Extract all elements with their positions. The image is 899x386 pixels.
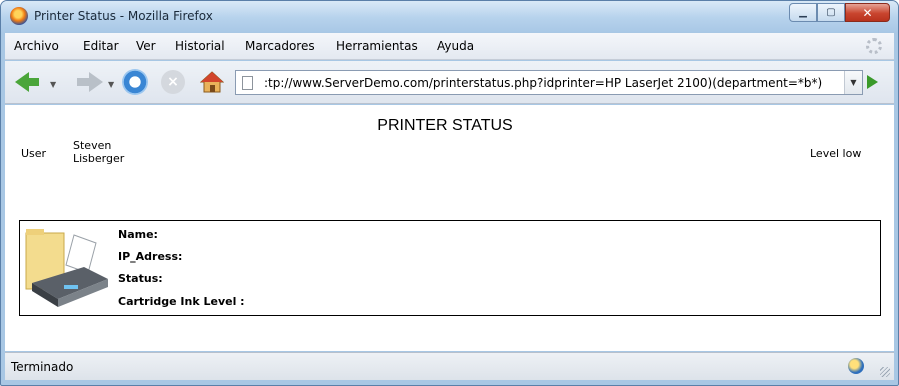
browser-window: Printer Status - Mozilla Firefox ▁ ▢ ✕ A… (0, 0, 899, 386)
url-text[interactable]: :tp://www.ServerDemo.com/printerstatus.p… (264, 76, 822, 90)
printer-name-label: Name: (118, 228, 158, 241)
reload-icon[interactable] (122, 69, 148, 95)
user-label: User (21, 147, 47, 160)
status-bar: Terminado (5, 352, 894, 380)
forward-history-dropdown[interactable]: ▼ (108, 80, 114, 89)
go-arrow-icon[interactable] (867, 75, 878, 89)
page-content: PRINTER STATUS User Steven Lisberger Lev… (5, 105, 894, 351)
menu-archivo[interactable]: Archivo (14, 39, 59, 53)
menu-bar: Archivo Editar Ver Historial Marcadores … (5, 33, 894, 60)
printer-icon (25, 229, 108, 307)
window-controls: ▁ ▢ ✕ (789, 3, 890, 22)
status-text: Terminado (11, 360, 74, 374)
back-arrow-tail (27, 78, 39, 86)
user-name: Steven Lisberger (73, 139, 125, 165)
resize-grip[interactable] (880, 367, 890, 377)
page-title: PRINTER STATUS (377, 117, 513, 134)
page-icon (242, 76, 253, 90)
printer-info-box: Name: IP_Adress: Status: Cartridge Ink L… (19, 220, 881, 316)
printer-status-label: Status: (118, 272, 163, 285)
url-history-dropdown[interactable]: ▼ (844, 71, 862, 94)
status-globe-icon[interactable] (848, 358, 864, 374)
back-history-dropdown[interactable]: ▼ (50, 80, 56, 89)
forward-arrow-tail (77, 78, 89, 86)
menu-ver[interactable]: Ver (136, 39, 156, 53)
url-bar[interactable]: :tp://www.ServerDemo.com/printerstatus.p… (235, 70, 863, 95)
minimize-button[interactable]: ▁ (789, 3, 817, 22)
menu-editar[interactable]: Editar (83, 39, 119, 53)
firefox-icon (10, 7, 28, 25)
cartridge-ink-level-label: Cartridge Ink Level : (118, 295, 245, 308)
printer-ip-label: IP_Adress: (118, 250, 183, 263)
menu-marcadores[interactable]: Marcadores (245, 39, 315, 53)
title-bar: Printer Status - Mozilla Firefox ▁ ▢ ✕ (1, 1, 898, 32)
menu-historial[interactable]: Historial (175, 39, 225, 53)
forward-arrow-icon[interactable] (89, 72, 103, 92)
navigation-toolbar: ▼ ▼ × :tp://www.ServerDemo.com/printerst… (5, 61, 894, 104)
throbber-icon (866, 38, 882, 54)
window-title: Printer Status - Mozilla Firefox (34, 9, 213, 23)
maximize-button[interactable]: ▢ (817, 3, 845, 22)
stop-icon[interactable]: × (161, 70, 185, 94)
level-status: Level low (810, 147, 862, 160)
menu-herramientas[interactable]: Herramientas (336, 39, 418, 53)
menu-ayuda[interactable]: Ayuda (437, 39, 474, 53)
close-button[interactable]: ✕ (845, 3, 890, 22)
home-icon[interactable] (200, 70, 224, 94)
